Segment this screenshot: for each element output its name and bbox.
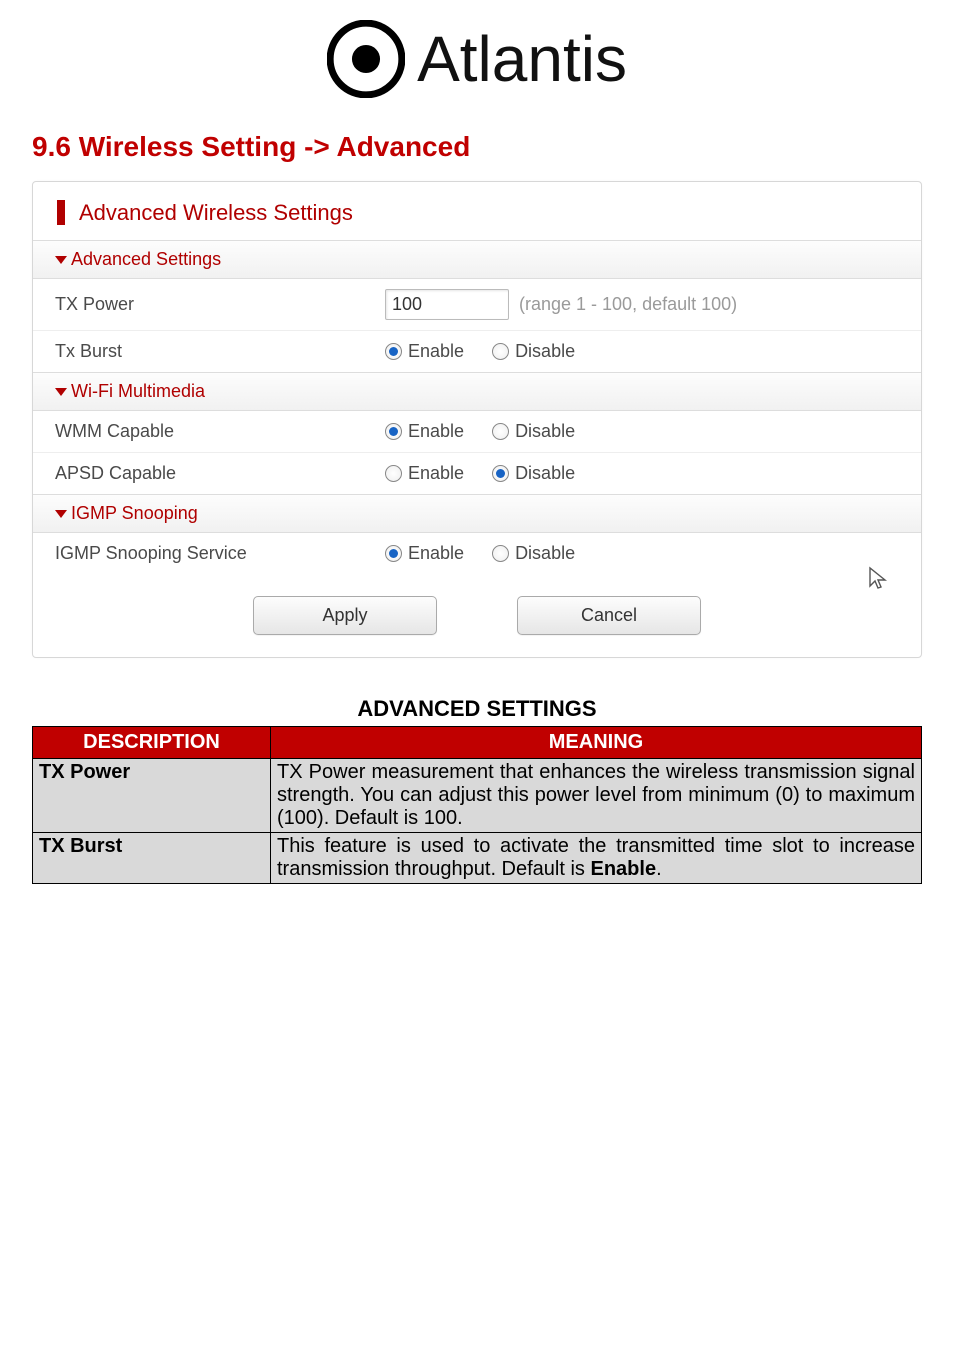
- apply-button[interactable]: Apply: [253, 596, 437, 635]
- row-igmp-snooping-service: IGMP Snooping Service Enable Disable: [33, 533, 921, 574]
- apsd-capable-label: APSD Capable: [55, 463, 385, 484]
- table-title: ADVANCED SETTINGS: [32, 696, 922, 722]
- apsd-disable-radio[interactable]: Disable: [492, 463, 575, 484]
- page-heading: 9.6 Wireless Setting -> Advanced: [32, 131, 922, 163]
- group-header-wifi-mm-label: Wi-Fi Multimedia: [71, 381, 205, 401]
- brand-logo-block: Atlantis: [32, 0, 922, 113]
- table-row: TX Power TX Power measurement that enhan…: [33, 759, 922, 833]
- atlantis-logo-icon: [327, 20, 405, 98]
- tx-power-label: TX Power: [55, 294, 385, 315]
- tx-burst-enable-radio[interactable]: Enable: [385, 341, 464, 362]
- wmm-capable-label: WMM Capable: [55, 421, 385, 442]
- group-header-wifi-mm[interactable]: Wi-Fi Multimedia: [33, 373, 921, 411]
- collapse-icon: [55, 510, 67, 518]
- row-tx-burst: Tx Burst Enable Disable: [33, 331, 921, 372]
- term-tx-burst: TX Burst: [33, 833, 271, 884]
- th-description: DESCRIPTION: [33, 727, 271, 759]
- collapse-icon: [55, 388, 67, 396]
- collapse-icon: [55, 256, 67, 264]
- tx-burst-label: Tx Burst: [55, 341, 385, 362]
- meaning-tx-burst: This feature is used to activate the tra…: [271, 833, 922, 884]
- apsd-enable-radio[interactable]: Enable: [385, 463, 464, 484]
- group-header-advanced-label: Advanced Settings: [71, 249, 221, 269]
- igmp-enable-radio[interactable]: Enable: [385, 543, 464, 564]
- group-header-igmp[interactable]: IGMP Snooping: [33, 495, 921, 533]
- group-advanced-settings: Advanced Settings TX Power (range 1 - 10…: [33, 240, 921, 372]
- table-row: TX Burst This feature is used to activat…: [33, 833, 922, 884]
- group-wifi-multimedia: Wi-Fi Multimedia WMM Capable Enable Disa…: [33, 372, 921, 494]
- tx-power-input[interactable]: [385, 289, 509, 320]
- igmp-disable-radio[interactable]: Disable: [492, 543, 575, 564]
- row-tx-power: TX Power (range 1 - 100, default 100): [33, 279, 921, 331]
- tx-power-hint: (range 1 - 100, default 100): [519, 294, 737, 315]
- group-header-advanced[interactable]: Advanced Settings: [33, 241, 921, 279]
- advanced-settings-table: DESCRIPTION MEANING TX Power TX Power me…: [32, 726, 922, 884]
- row-apsd-capable: APSD Capable Enable Disable: [33, 453, 921, 494]
- cancel-button[interactable]: Cancel: [517, 596, 701, 635]
- wmm-enable-radio[interactable]: Enable: [385, 421, 464, 442]
- term-tx-power: TX Power: [33, 759, 271, 833]
- group-header-igmp-label: IGMP Snooping: [71, 503, 198, 523]
- igmp-svc-label: IGMP Snooping Service: [55, 543, 385, 564]
- advanced-wireless-settings-panel: Advanced Wireless Settings Advanced Sett…: [32, 181, 922, 658]
- th-meaning: MEANING: [271, 727, 922, 759]
- wmm-disable-radio[interactable]: Disable: [492, 421, 575, 442]
- group-igmp-snooping: IGMP Snooping IGMP Snooping Service Enab…: [33, 494, 921, 574]
- meaning-tx-power: TX Power measurement that enhances the w…: [271, 759, 922, 833]
- panel-title: Advanced Wireless Settings: [57, 200, 353, 225]
- row-wmm-capable: WMM Capable Enable Disable: [33, 411, 921, 453]
- brand-name: Atlantis: [417, 22, 627, 96]
- tx-burst-disable-radio[interactable]: Disable: [492, 341, 575, 362]
